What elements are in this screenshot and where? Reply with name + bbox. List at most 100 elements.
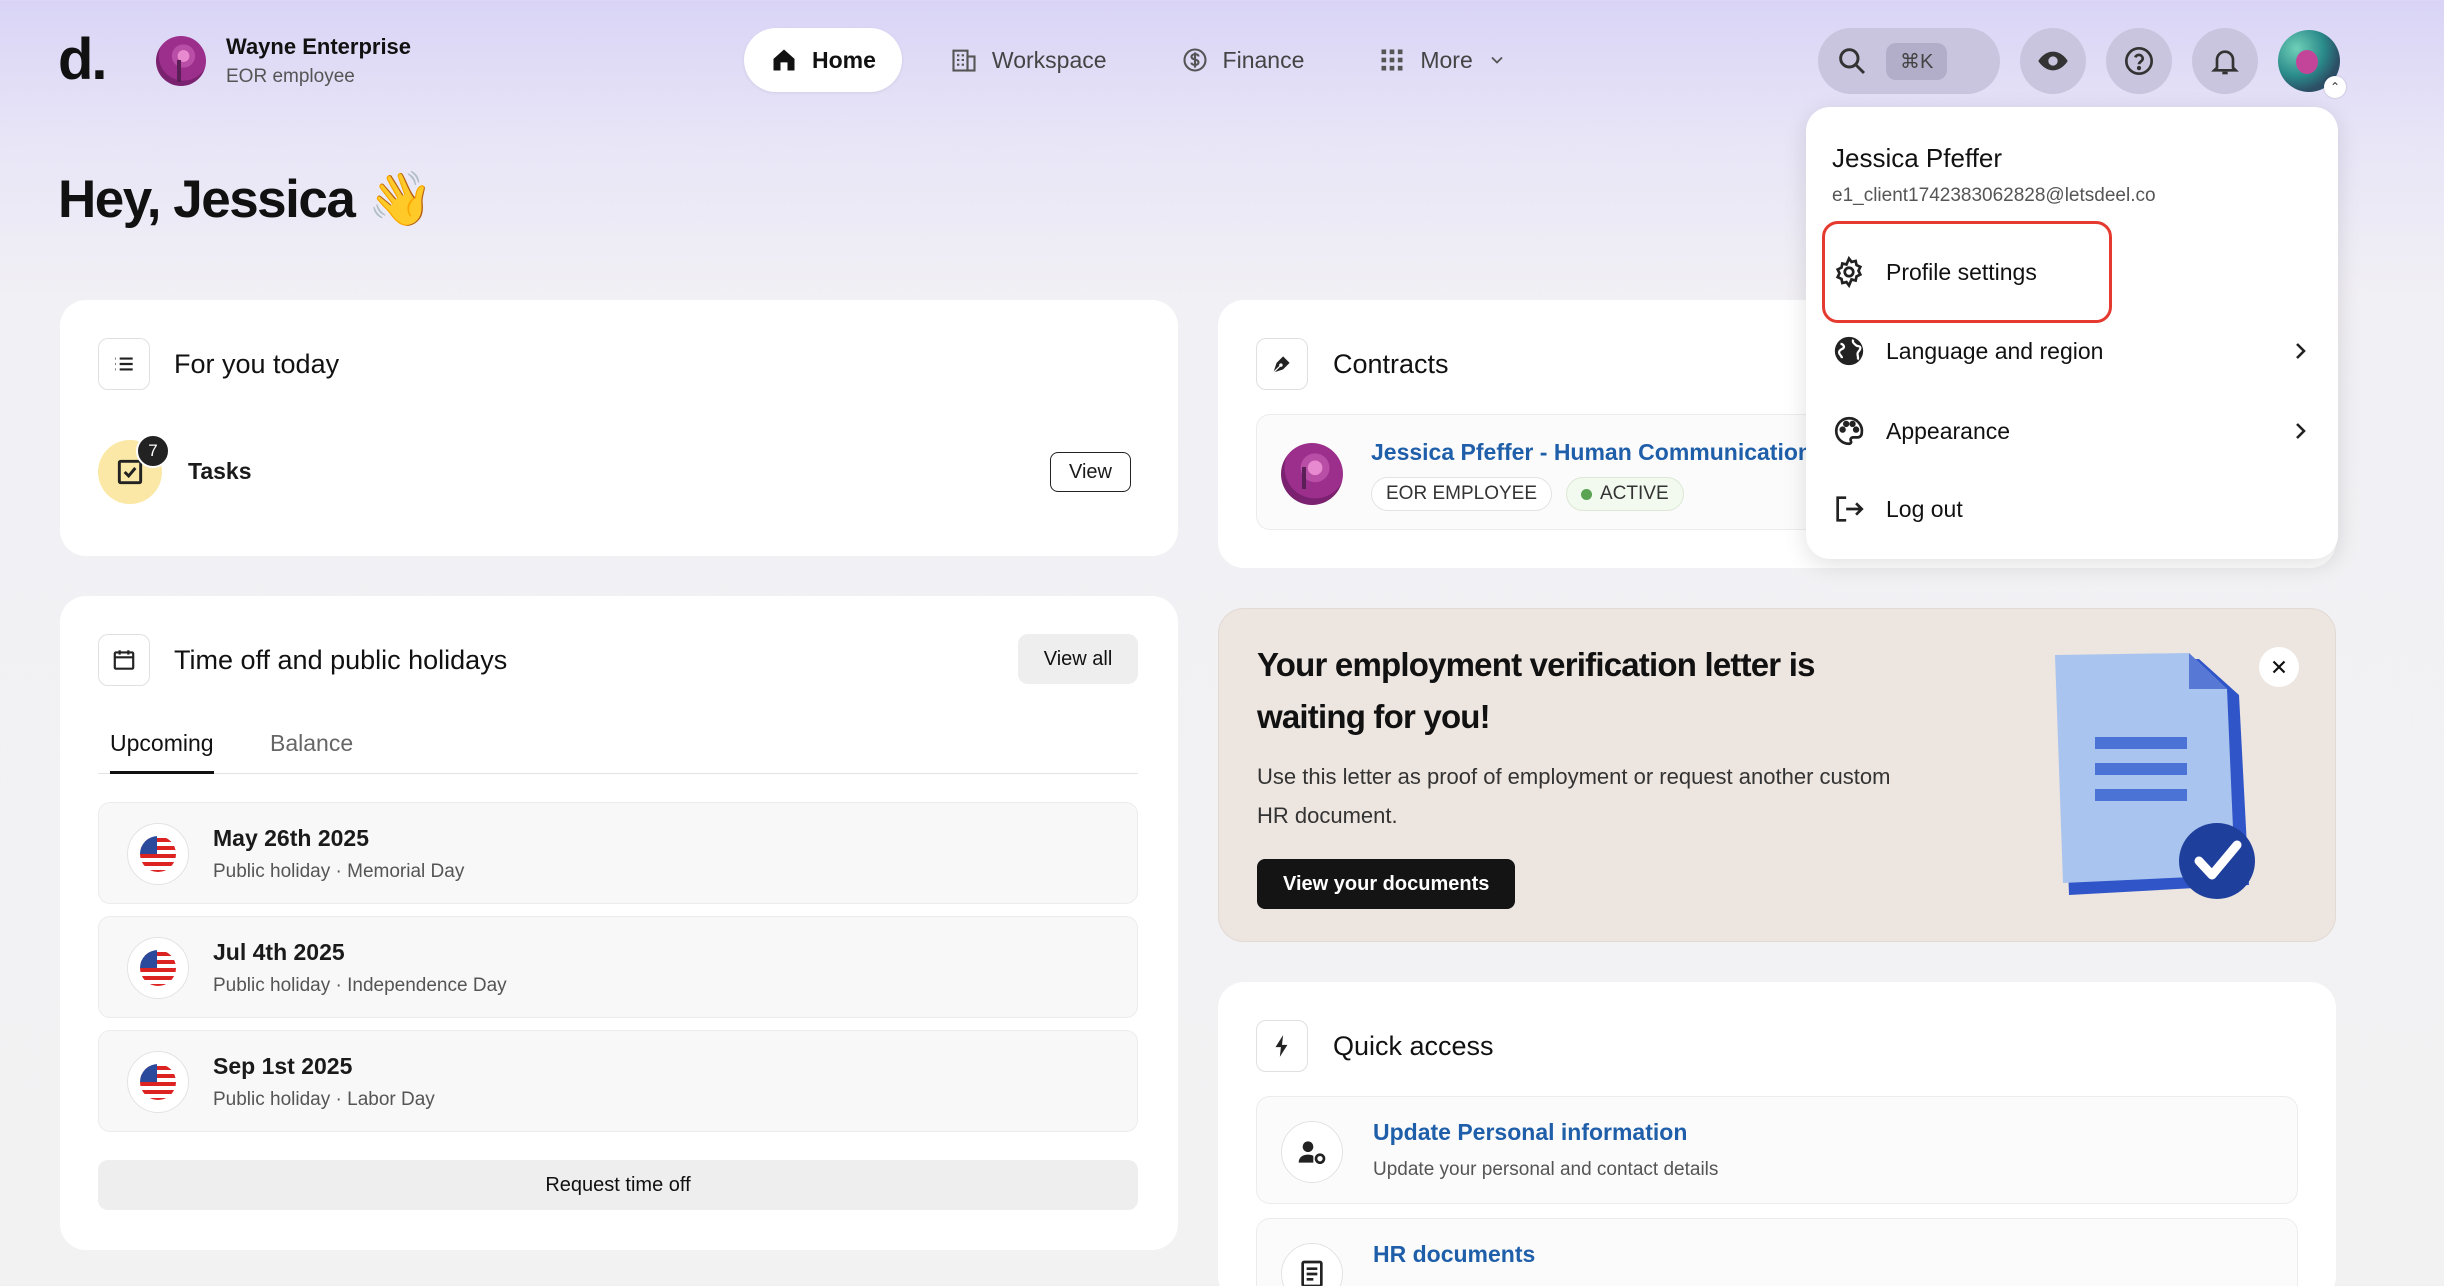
close-icon	[2272, 660, 2286, 674]
building-icon	[952, 49, 976, 72]
menu-item-profile-settings[interactable]: Profile settings	[1832, 244, 2312, 300]
nav-finance[interactable]: Finance	[1155, 28, 1331, 92]
contract-badges: EOR EMPLOYEE ACTIVE	[1371, 477, 1684, 511]
status-dot-icon	[1581, 488, 1592, 500]
nav-home[interactable]: Home	[744, 28, 902, 92]
main-nav: Home Workspace Finance More	[744, 28, 1533, 92]
request-time-off-button[interactable]: Request time off	[98, 1160, 1138, 1210]
help-icon	[2125, 47, 2153, 75]
nav-workspace-label: Workspace	[991, 46, 1107, 73]
tasks-count-badge: 7	[136, 434, 170, 468]
gear-icon	[1835, 255, 1863, 289]
nav-home-label: Home	[812, 46, 876, 73]
holiday-row[interactable]: May 26th 2025 Public holiday · Memorial …	[98, 802, 1138, 904]
document-illustration-icon	[2055, 653, 2255, 899]
eye-icon	[2038, 51, 2068, 71]
chevron-down-icon	[1491, 56, 1503, 64]
dropdown-user-name: Jessica Pfeffer	[1832, 143, 2003, 173]
tab-balance[interactable]: Balance	[270, 730, 353, 771]
badge-eor-employee: EOR EMPLOYEE	[1371, 477, 1552, 511]
badge-active-label: ACTIVE	[1600, 483, 1669, 504]
banner-title: Your employment verification letter is w…	[1257, 646, 1815, 735]
menu-item-label: Language and region	[1886, 337, 2104, 364]
holiday-row[interactable]: Sep 1st 2025 Public holiday · Labor Day	[98, 1030, 1138, 1132]
chevron-right-icon	[2296, 343, 2306, 359]
search-icon	[1839, 48, 1866, 75]
for-you-title: For you today	[174, 349, 340, 379]
privacy-toggle-button[interactable]	[2020, 28, 2086, 94]
chevron-up-icon: ⌃	[2324, 76, 2346, 98]
nav-workspace[interactable]: Workspace	[924, 28, 1133, 92]
menu-item-appearance[interactable]: Appearance	[1832, 403, 2312, 459]
tasks-icon-wrap: 7	[98, 434, 170, 504]
time-off-title: Time off and public holidays	[174, 645, 508, 675]
holiday-description: Public holiday · Labor Day	[213, 1089, 435, 1110]
dropdown-user-email: e1_client1742383062828@letsdeel.co	[1832, 185, 2156, 206]
org-role: EOR employee	[226, 66, 355, 87]
globe-icon	[1834, 336, 1864, 366]
deel-logo[interactable]: d.	[58, 28, 108, 92]
menu-item-log-out[interactable]: Log out	[1832, 481, 2312, 537]
bell-icon	[2211, 50, 2239, 75]
view-documents-button[interactable]: View your documents	[1257, 859, 1516, 909]
quick-access-item-subtitle: Update your personal and contact details	[1373, 1159, 1719, 1180]
holiday-date: Jul 4th 2025	[213, 939, 345, 965]
dollar-icon	[1182, 48, 1207, 72]
home-icon	[773, 49, 795, 71]
nav-more-label: More	[1420, 46, 1473, 73]
quick-access-item[interactable]: HR documents	[1256, 1218, 2298, 1286]
quick-access-title: Quick access	[1333, 1031, 1494, 1061]
contract-avatar	[1281, 443, 1343, 505]
user-settings-icon	[1281, 1121, 1343, 1183]
menu-item-label: Log out	[1886, 495, 1963, 522]
menu-item-language-region[interactable]: Language and region	[1832, 323, 2312, 379]
close-banner-button[interactable]	[2259, 647, 2299, 687]
nav-more[interactable]: More	[1352, 28, 1532, 92]
time-off-tabs: Upcoming Balance	[98, 730, 1138, 774]
contract-row[interactable]: Jessica Pfeffer - Human Communication EO…	[1256, 414, 1856, 530]
grid-icon	[1381, 49, 1403, 71]
org-avatar	[156, 36, 206, 86]
us-flag-icon	[127, 823, 189, 885]
menu-item-label: Profile settings	[1886, 258, 2037, 285]
quick-access-item-title: HR documents	[1373, 1241, 1536, 1267]
holiday-date: Sep 1st 2025	[213, 1053, 353, 1079]
badge-active: ACTIVE	[1566, 477, 1684, 511]
nav-finance-label: Finance	[1222, 46, 1305, 73]
holiday-row[interactable]: Jul 4th 2025 Public holiday · Independen…	[98, 916, 1138, 1018]
pen-icon	[1256, 338, 1308, 390]
holiday-description: Public holiday · Memorial Day	[213, 861, 465, 882]
user-avatar-button[interactable]: ⌃	[2278, 30, 2346, 98]
notifications-button[interactable]	[2192, 28, 2258, 94]
org-switcher[interactable]: Wayne Enterprise EOR employee	[156, 34, 411, 88]
org-name: Wayne Enterprise	[226, 34, 412, 59]
search-shortcut: ⌘K	[1886, 42, 1948, 80]
logout-icon	[1836, 496, 1864, 522]
bolt-icon	[1256, 1020, 1308, 1072]
top-actions: ⌘K ⌃	[1818, 28, 2346, 98]
help-button[interactable]	[2106, 28, 2172, 94]
quick-access-item[interactable]: Update Personal information Update your …	[1256, 1096, 2298, 1204]
menu-item-label: Appearance	[1886, 417, 2011, 444]
contract-name-link[interactable]: Jessica Pfeffer - Human Communication	[1371, 439, 1812, 466]
chevron-right-icon	[2296, 423, 2306, 439]
tab-upcoming[interactable]: Upcoming	[110, 730, 214, 774]
palette-icon	[1834, 416, 1864, 446]
us-flag-icon	[127, 937, 189, 999]
view-all-button[interactable]: View all	[1018, 634, 1138, 684]
contracts-title: Contracts	[1333, 349, 1449, 379]
search-button[interactable]: ⌘K	[1818, 28, 2000, 94]
us-flag-icon	[127, 1051, 189, 1113]
tasks-view-button[interactable]: View	[1050, 452, 1131, 492]
greeting: Hey, Jessica 👋	[58, 170, 434, 229]
verification-letter-banner: Your employment verification letter is w…	[1218, 608, 2336, 942]
profile-dropdown-menu: Jessica Pfeffer e1_client1742383062828@l…	[1806, 107, 2338, 559]
list-icon	[98, 338, 150, 390]
tasks-label: Tasks	[188, 458, 252, 484]
for-you-card: For you today 7 Tasks View	[60, 300, 1178, 556]
calendar-icon	[98, 634, 150, 686]
banner-body: Use this letter as proof of employment o…	[1257, 764, 1891, 828]
holiday-description: Public holiday · Independence Day	[213, 975, 507, 996]
document-icon	[1281, 1243, 1343, 1286]
quick-access-item-title: Update Personal information	[1373, 1119, 1688, 1145]
